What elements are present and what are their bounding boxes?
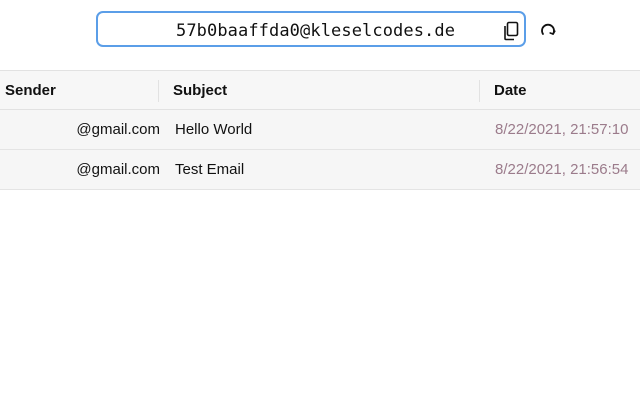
column-divider [479, 80, 480, 102]
refresh-button[interactable] [538, 20, 558, 40]
column-header-sender[interactable]: Sender [5, 71, 56, 109]
column-header-date[interactable]: Date [494, 71, 527, 109]
top-bar: 57b0baaffda0@kleselcodes.de [0, 0, 640, 60]
table-row[interactable]: @gmail.com Test Email 8/22/2021, 21:56:5… [0, 150, 640, 190]
subject-cell: Hello World [175, 121, 253, 138]
table-header: Sender Subject Date [0, 70, 640, 110]
email-address-field[interactable]: 57b0baaffda0@kleselcodes.de [96, 11, 526, 47]
date-cell: 8/22/2021, 21:57:10 [495, 121, 629, 138]
sender-cell: @gmail.com [76, 161, 160, 178]
sender-cell: @gmail.com [76, 121, 160, 138]
refresh-icon [541, 23, 556, 35]
column-header-subject[interactable]: Subject [173, 71, 227, 109]
copy-icon [504, 21, 519, 41]
email-address-text[interactable]: 57b0baaffda0@kleselcodes.de [176, 21, 455, 41]
table-row[interactable]: @gmail.com Hello World 8/22/2021, 21:57:… [0, 110, 640, 150]
subject-cell: Test Email [175, 161, 245, 178]
copy-button[interactable] [502, 21, 520, 41]
date-cell: 8/22/2021, 21:56:54 [495, 161, 629, 178]
inbox-table: Sender Subject Date @gmail.com Hello Wor… [0, 70, 640, 190]
column-divider [158, 80, 159, 102]
